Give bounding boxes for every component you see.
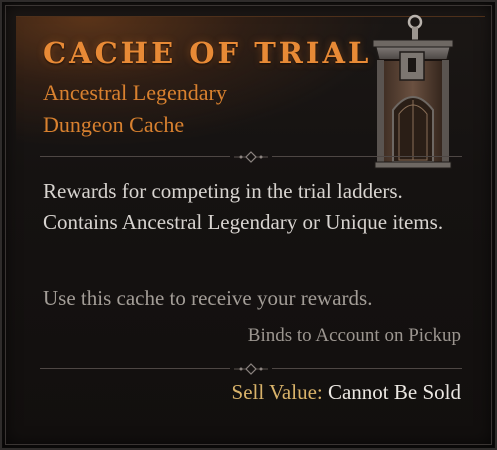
item-quality-line-1: Ancestral Legendary bbox=[43, 80, 227, 105]
sell-value-label: Sell Value: bbox=[231, 380, 328, 404]
cache-chest-icon bbox=[372, 14, 454, 169]
binding-text: Binds to Account on Pickup bbox=[247, 325, 461, 346]
header-divider bbox=[40, 150, 462, 164]
item-description: Rewards for competing in the trial ladde… bbox=[43, 179, 444, 234]
item-title: CACHE OF TRIAL bbox=[43, 36, 372, 70]
divider-ornament-icon bbox=[234, 363, 268, 375]
item-usage-text: Use this cache to receive your rewards. bbox=[43, 286, 373, 310]
item-tooltip: CACHE OF TRIAL Ancestral Legendary Dunge… bbox=[0, 0, 497, 450]
divider-ornament-icon bbox=[234, 151, 268, 163]
sell-value-row: Sell Value: Cannot Be Sold bbox=[232, 380, 461, 405]
item-quality-line-2: Dungeon Cache bbox=[43, 112, 185, 137]
sell-value-amount: Cannot Be Sold bbox=[327, 380, 461, 404]
footer-divider bbox=[40, 362, 462, 376]
